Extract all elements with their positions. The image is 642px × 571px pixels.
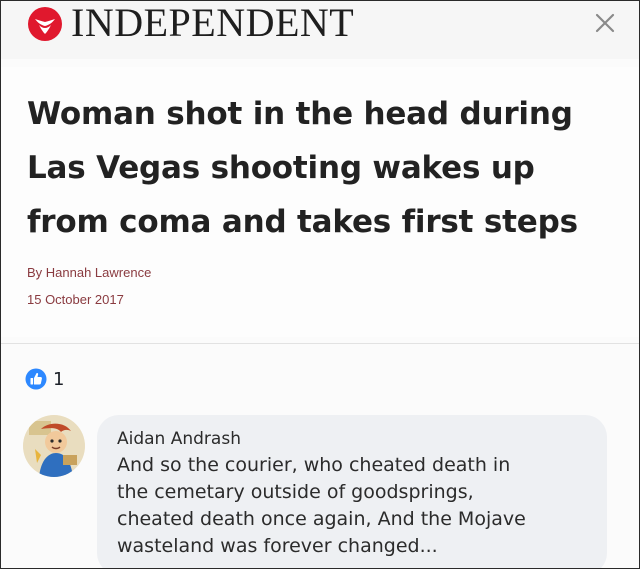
close-icon[interactable] bbox=[591, 9, 619, 37]
comment-bubble: Aidan Andrash And so the courier, who ch… bbox=[97, 415, 607, 568]
section-divider bbox=[1, 343, 639, 344]
reaction-summary[interactable]: 1 bbox=[25, 367, 64, 391]
header-bar: INDEPENDENT bbox=[1, 0, 639, 59]
avatar-cartoon-icon[interactable] bbox=[23, 415, 85, 477]
article-card[interactable]: Woman shot in the head during Las Vegas … bbox=[1, 67, 639, 337]
comment-text-line: wasteland was forever changed... bbox=[117, 535, 438, 557]
comment-author[interactable]: Aidan Andrash bbox=[117, 429, 241, 449]
eagle-logo-icon bbox=[28, 7, 62, 41]
comment: Aidan Andrash And so the courier, who ch… bbox=[23, 415, 623, 568]
comment-text: And so the courier, who cheated death in… bbox=[117, 452, 597, 560]
comment-text-line: the cemetary outside of goodsprings, bbox=[117, 481, 474, 503]
headline-line: Las Vegas shooting wakes up bbox=[27, 150, 535, 186]
article-headline[interactable]: Woman shot in the head during Las Vegas … bbox=[27, 87, 627, 249]
article-date: 15 October 2017 bbox=[27, 292, 124, 307]
brand-name: INDEPENDENT bbox=[71, 0, 355, 45]
headline-line: from coma and takes first steps bbox=[27, 204, 578, 240]
like-count: 1 bbox=[53, 368, 65, 390]
thumbs-up-icon bbox=[25, 368, 47, 390]
comment-text-line: And so the courier, who cheated death in bbox=[117, 454, 511, 476]
comment-text-line: cheated death once again, And the Mojave bbox=[117, 508, 526, 530]
headline-line: Woman shot in the head during bbox=[27, 96, 573, 132]
article-byline: By Hannah Lawrence bbox=[27, 265, 152, 280]
app-frame: INDEPENDENT Woman shot in the head durin… bbox=[0, 0, 640, 569]
